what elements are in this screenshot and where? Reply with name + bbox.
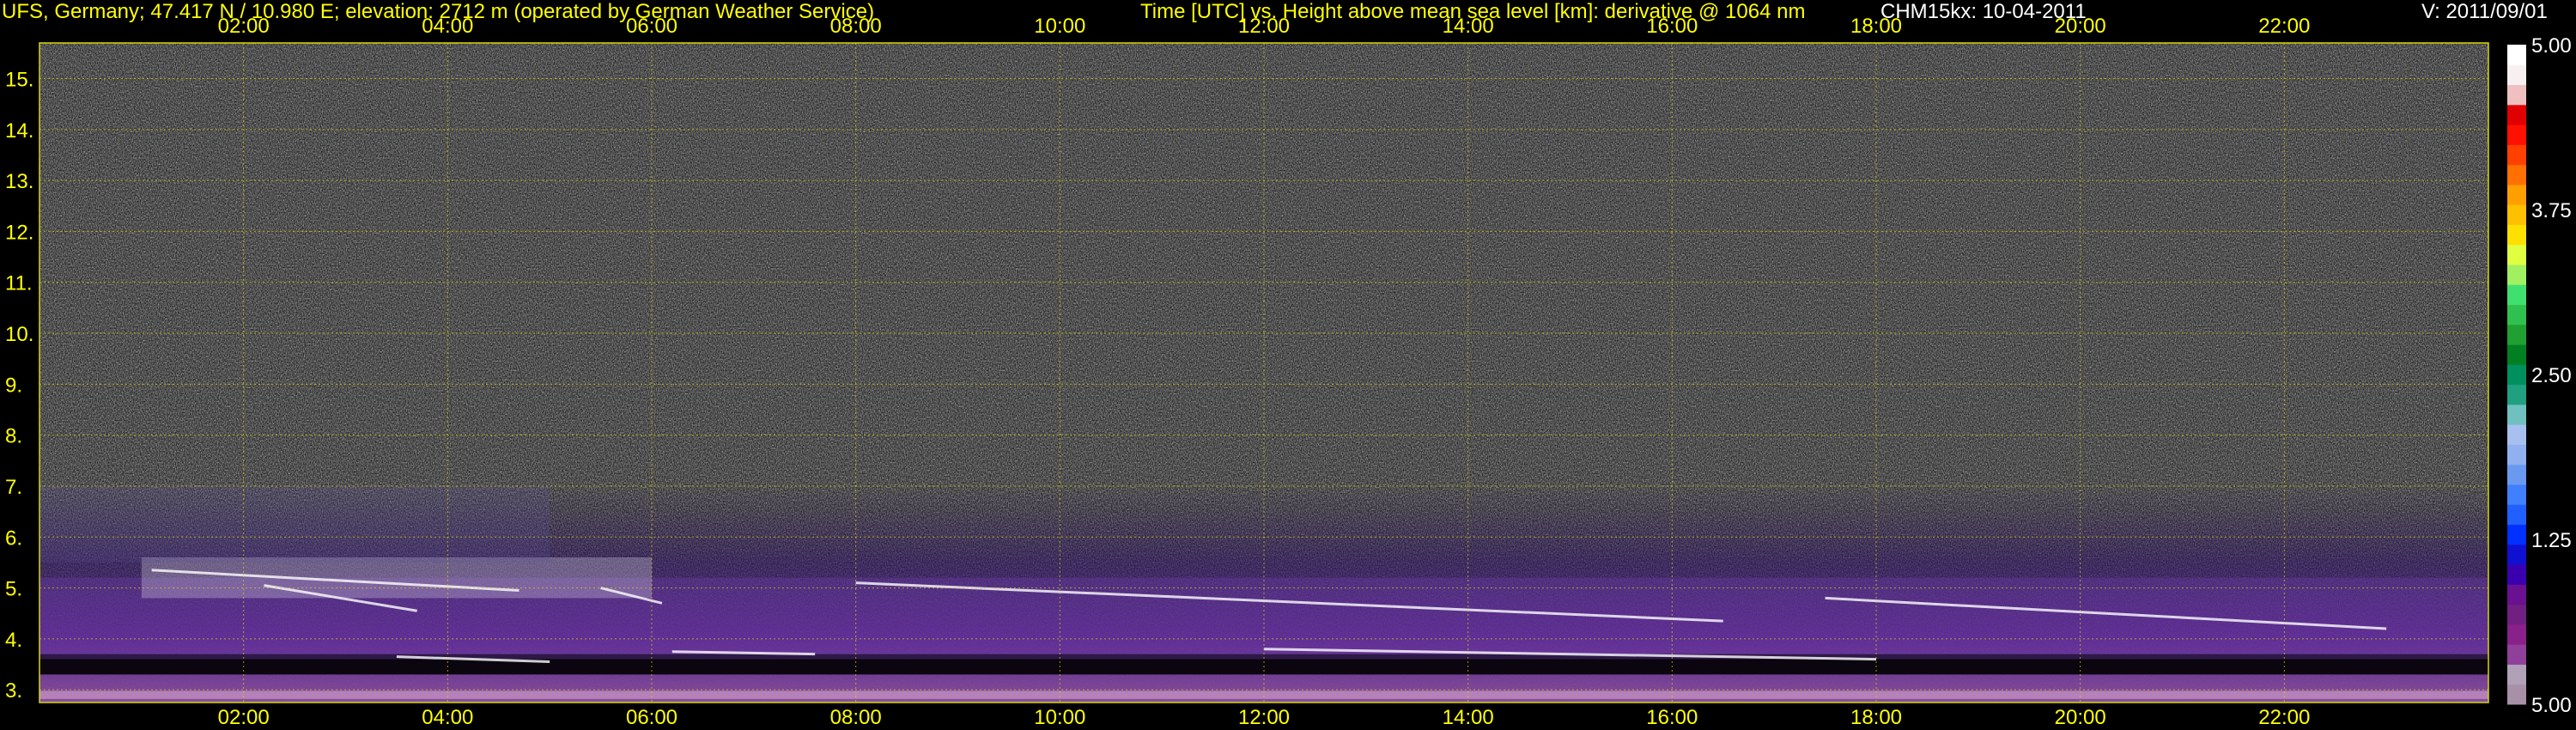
y-tick-label: 11. — [5, 272, 33, 295]
y-tick-label: 5. — [5, 578, 22, 601]
colorbar-tick-label: 1.25 — [2531, 529, 2572, 552]
x-tick-label-bottom: 16:00 — [1646, 706, 1698, 729]
colorbar-swatch — [2507, 244, 2526, 265]
lidar-quicklook: UFS, Germany; 47.417 N / 10.980 E; eleva… — [0, 0, 2576, 730]
colorbar-swatch — [2507, 224, 2526, 246]
x-tick-label-bottom: 08:00 — [830, 706, 882, 729]
x-tick-label-top: 18:00 — [1850, 15, 1902, 38]
x-tick-label-top: 14:00 — [1443, 15, 1494, 38]
y-tick-label: 3. — [5, 679, 22, 703]
colorbar-tick-label: 2.50 — [2531, 364, 2572, 387]
y-tick-label: 6. — [5, 526, 22, 550]
x-tick-label-top: 10:00 — [1034, 15, 1085, 38]
colorbar-swatch — [2507, 424, 2526, 445]
colorbar-swatch — [2507, 184, 2526, 205]
colorbar-swatch — [2507, 664, 2526, 685]
x-tick-label-bottom: 12:00 — [1238, 706, 1290, 729]
colorbar-swatch — [2507, 564, 2526, 585]
x-tick-label-bottom: 06:00 — [626, 706, 677, 729]
y-tick-label: 12. — [5, 221, 33, 244]
colorbar-swatch — [2507, 204, 2526, 225]
colorbar-tick-label: 3.75 — [2531, 199, 2572, 222]
x-tick-label-top: 02:00 — [218, 15, 270, 38]
colorbar-tick-label: 5.00 — [2531, 694, 2572, 717]
chart-svg: 02:00 02:00 04:00 04:00 06:00 06:00 08:00 08:00… — [5, 15, 2572, 729]
colorbar-swatch — [2507, 604, 2526, 625]
x-tick-label-top: 22:00 — [2258, 15, 2310, 38]
x-tick-label-bottom: 18:00 — [1850, 706, 1902, 729]
colorbar-swatch — [2507, 64, 2526, 86]
colorbar-swatch — [2507, 404, 2526, 425]
colorbar-swatch — [2507, 84, 2526, 106]
colorbar-swatch — [2507, 464, 2526, 485]
colorbar-tick-label: 5.00 — [2531, 34, 2572, 58]
feature-upper-aerosol — [39, 485, 550, 563]
colorbar-swatch — [2507, 45, 2526, 65]
x-tick-label-bottom: 02:00 — [218, 706, 270, 729]
colorbar-swatch — [2507, 125, 2526, 145]
x-tick-label-bottom: 10:00 — [1034, 706, 1085, 729]
x-tick-label-top: 20:00 — [2055, 15, 2106, 38]
y-tick-label: 15. — [5, 69, 33, 92]
y-tick-label: 14. — [5, 119, 33, 143]
colorbar-swatch — [2507, 504, 2526, 526]
colorbar-swatch — [2507, 584, 2526, 605]
feature-layer — [141, 557, 653, 599]
y-tick-label: 13. — [5, 170, 33, 193]
x-tick-label-top: 12:00 — [1238, 15, 1290, 38]
colorbar-swatch — [2507, 684, 2526, 705]
x-tick-label-top: 08:00 — [830, 15, 882, 38]
colorbar-swatch — [2507, 484, 2526, 505]
colorbar-swatch — [2507, 524, 2526, 545]
x-tick-label-bottom: 14:00 — [1443, 706, 1494, 729]
colorbar-swatch — [2507, 624, 2526, 645]
colorbar-swatch — [2507, 444, 2526, 465]
colorbar-swatch — [2507, 644, 2526, 665]
x-tick-label-bottom: 22:00 — [2258, 706, 2310, 729]
colorbar-swatch — [2507, 265, 2526, 285]
y-tick-label: 10. — [5, 323, 33, 346]
colorbar-swatch — [2507, 384, 2526, 405]
colorbar-swatch — [2507, 284, 2526, 306]
colorbar-swatch — [2507, 364, 2526, 386]
colorbar-swatch — [2507, 164, 2526, 186]
y-tick-label: 8. — [5, 425, 22, 448]
colorbar-swatch — [2507, 324, 2526, 345]
x-tick-label-top: 16:00 — [1646, 15, 1698, 38]
colorbar-swatch — [2507, 304, 2526, 325]
x-tick-label-top: 04:00 — [422, 15, 473, 38]
colorbar: 5.00 3.75 2.50 1.25 5.00 — [2507, 34, 2572, 717]
x-tick-label-bottom: 04:00 — [422, 706, 473, 729]
colorbar-swatch — [2507, 344, 2526, 365]
x-tick-label-bottom: 20:00 — [2055, 706, 2106, 729]
y-tick-label: 7. — [5, 476, 22, 499]
colorbar-swatch — [2507, 144, 2526, 166]
y-tick-label: 4. — [5, 629, 22, 652]
colorbar-swatch — [2507, 544, 2526, 565]
y-tick-label: 9. — [5, 374, 22, 397]
colorbar-swatch — [2507, 104, 2526, 125]
x-tick-label-top: 06:00 — [626, 15, 677, 38]
